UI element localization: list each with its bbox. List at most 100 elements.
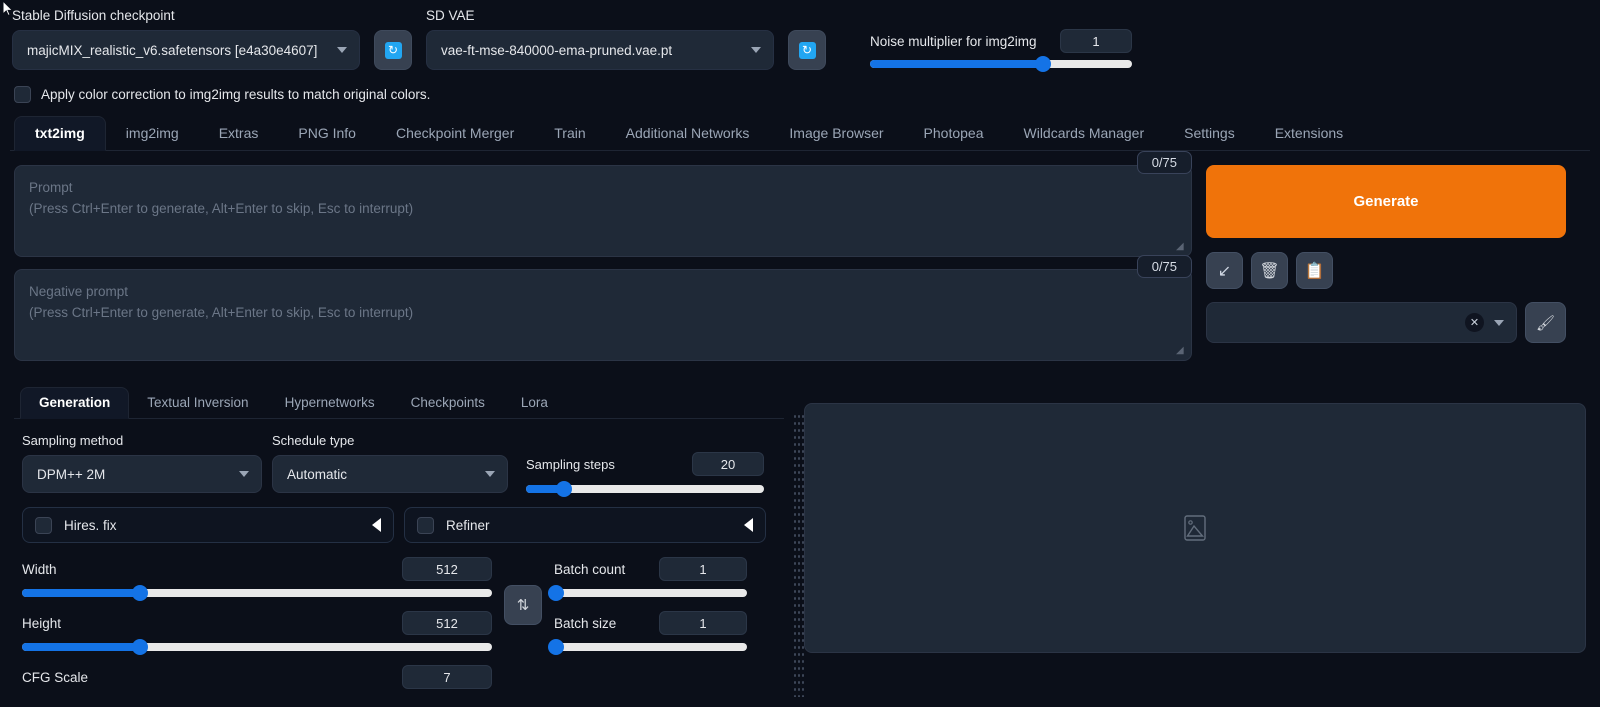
clear-prompt-button[interactable]: 🗑 — [1251, 252, 1288, 290]
checkpoint-value: majicMIX_realistic_v6.safetensors [e4a30… — [27, 42, 318, 58]
restore-progress-button[interactable]: ↙ — [1206, 252, 1243, 290]
subtab-checkpoints[interactable]: Checkpoints — [393, 388, 503, 418]
chevron-down-icon[interactable] — [1494, 319, 1504, 326]
noise-multiplier-slider[interactable] — [870, 56, 1132, 73]
quicksettings-row: Stable Diffusion checkpoint majicMIX_rea… — [10, 0, 1590, 73]
slider-knob[interactable] — [547, 639, 564, 656]
sampling-steps-label: Sampling steps — [526, 456, 615, 472]
cfg-scale-label: CFG Scale — [22, 669, 89, 685]
edit-styles-button[interactable]: 🖌 — [1525, 302, 1566, 344]
batch-count-label: Batch count — [554, 561, 626, 577]
refresh-checkpoint-button[interactable]: ↻ — [374, 30, 412, 71]
clear-prompt-icon: 🗑 — [1259, 262, 1280, 280]
refresh-vae-button[interactable]: ↻ — [788, 30, 826, 71]
noise-multiplier-field: Noise multiplier for img2img 1 — [870, 29, 1132, 73]
output-panel — [794, 385, 1586, 698]
width-input[interactable]: 512 — [402, 557, 492, 582]
image-placeholder-icon — [1184, 515, 1206, 541]
checkpoint-field: Stable Diffusion checkpoint majicMIX_rea… — [12, 8, 360, 71]
resize-grip-icon[interactable]: ◢ — [1176, 346, 1188, 358]
collapse-arrow-icon[interactable] — [744, 518, 753, 533]
generation-subtabs: Generation Textual Inversion Hypernetwor… — [14, 385, 784, 420]
sampling-method-label: Sampling method — [22, 433, 124, 449]
height-slider[interactable] — [22, 639, 492, 656]
tab-image-browser[interactable]: Image Browser — [769, 117, 903, 150]
hires-fix-checkbox[interactable] — [35, 516, 52, 534]
sampling-method-select[interactable]: DPM++ 2M — [22, 455, 262, 494]
batch-size-field: Batch size 1 — [547, 611, 747, 656]
negative-prompt-placeholder-line1: Negative prompt — [29, 284, 129, 300]
tab-train[interactable]: Train — [534, 117, 605, 150]
sampling-method-field: Sampling method DPM++ 2M — [22, 433, 262, 494]
batch-count-input[interactable]: 1 — [659, 557, 747, 582]
color-correction-checkbox[interactable] — [14, 86, 31, 104]
slider-knob[interactable] — [131, 585, 148, 602]
tab-extensions[interactable]: Extensions — [1255, 117, 1363, 150]
batch-size-input[interactable]: 1 — [659, 611, 747, 636]
slider-fill — [22, 643, 140, 652]
sampling-steps-slider[interactable] — [526, 481, 764, 498]
restore-progress-icon: ↙ — [1217, 262, 1232, 280]
height-input[interactable]: 512 — [402, 611, 492, 636]
sampling-steps-field: Sampling steps 20 — [526, 452, 764, 498]
checkpoint-label: Stable Diffusion checkpoint — [12, 8, 175, 23]
subtab-textual-inversion[interactable]: Textual Inversion — [129, 388, 266, 418]
hires-fix-accordion[interactable]: Hires. fix — [22, 507, 394, 544]
generate-button[interactable]: Generate — [1206, 165, 1566, 239]
vae-select[interactable]: vae-ft-mse-840000-ema-pruned.vae.pt — [426, 30, 774, 71]
prompt-input[interactable]: Prompt (Press Ctrl+Enter to generate, Al… — [14, 165, 1192, 258]
tab-extras[interactable]: Extras — [199, 117, 279, 150]
noise-multiplier-input[interactable]: 1 — [1060, 29, 1132, 54]
generation-panel: Generation Textual Inversion Hypernetwor… — [14, 385, 784, 697]
subtab-generation[interactable]: Generation — [20, 387, 130, 420]
tab-txt2img[interactable]: txt2img — [14, 116, 106, 152]
toggles-row: Hires. fix Refiner — [22, 507, 776, 544]
color-correction-row[interactable]: Apply color correction to img2img result… — [10, 70, 1590, 115]
main-tabs: txt2img img2img Extras PNG Info Checkpoi… — [10, 115, 1590, 152]
slider-knob[interactable] — [547, 585, 564, 602]
prompt-column: 0/75 Prompt (Press Ctrl+Enter to generat… — [14, 151, 1192, 373]
image-gallery[interactable] — [804, 403, 1586, 654]
resize-grip-icon[interactable]: ◢ — [1176, 242, 1188, 254]
tab-photopea[interactable]: Photopea — [904, 117, 1004, 150]
slider-knob[interactable] — [131, 639, 148, 656]
sampling-steps-input[interactable]: 20 — [692, 452, 764, 477]
vae-field: SD VAE vae-ft-mse-840000-ema-pruned.vae.… — [426, 8, 774, 71]
subtab-hypernetworks[interactable]: Hypernetworks — [267, 388, 393, 418]
tab-png-info[interactable]: PNG Info — [278, 117, 376, 150]
styles-select[interactable]: ✕ — [1206, 302, 1517, 344]
tab-settings[interactable]: Settings — [1164, 117, 1255, 150]
cfg-scale-input[interactable]: 7 — [402, 665, 492, 690]
width-slider[interactable] — [22, 585, 492, 602]
batch-count-slider[interactable] — [547, 585, 747, 602]
schedule-type-label: Schedule type — [272, 433, 355, 449]
positive-token-counter: 0/75 — [1136, 151, 1192, 175]
slider-knob[interactable] — [556, 481, 573, 498]
negative-prompt-wrap: 0/75 Negative prompt (Press Ctrl+Enter t… — [14, 255, 1192, 362]
refiner-checkbox[interactable] — [417, 516, 434, 534]
tab-additional-networks[interactable]: Additional Networks — [606, 117, 770, 150]
slider-knob[interactable] — [1034, 56, 1051, 73]
batch-size-slider[interactable] — [547, 639, 747, 656]
vae-value: vae-ft-mse-840000-ema-pruned.vae.pt — [441, 42, 673, 58]
negative-prompt-input[interactable]: Negative prompt (Press Ctrl+Enter to gen… — [14, 269, 1192, 362]
tab-checkpoint-merger[interactable]: Checkpoint Merger — [376, 117, 534, 150]
prompt-placeholder-line1: Prompt — [29, 180, 73, 196]
tab-img2img[interactable]: img2img — [106, 117, 199, 150]
checkpoint-select[interactable]: majicMIX_realistic_v6.safetensors [e4a30… — [12, 30, 360, 71]
vae-label: SD VAE — [426, 8, 475, 23]
tab-wildcards-manager[interactable]: Wildcards Manager — [1004, 117, 1165, 150]
cfg-scale-field: CFG Scale 7 — [22, 665, 492, 690]
negative-prompt-placeholder-line2: (Press Ctrl+Enter to generate, Alt+Enter… — [29, 305, 414, 321]
swap-dimensions-button[interactable]: ⇅ — [504, 585, 542, 626]
close-icon[interactable]: ✕ — [1465, 313, 1484, 333]
slider-fill — [22, 589, 140, 598]
refiner-accordion[interactable]: Refiner — [404, 507, 766, 544]
subtab-lora[interactable]: Lora — [503, 388, 566, 418]
schedule-type-select[interactable]: Automatic — [272, 455, 508, 494]
sampling-method-value: DPM++ 2M — [37, 466, 106, 482]
collapse-arrow-icon[interactable] — [372, 518, 381, 533]
panel-resize-handle[interactable] — [794, 413, 804, 698]
width-label: Width — [22, 561, 57, 577]
paste-styles-button[interactable]: 📋 — [1296, 252, 1333, 290]
